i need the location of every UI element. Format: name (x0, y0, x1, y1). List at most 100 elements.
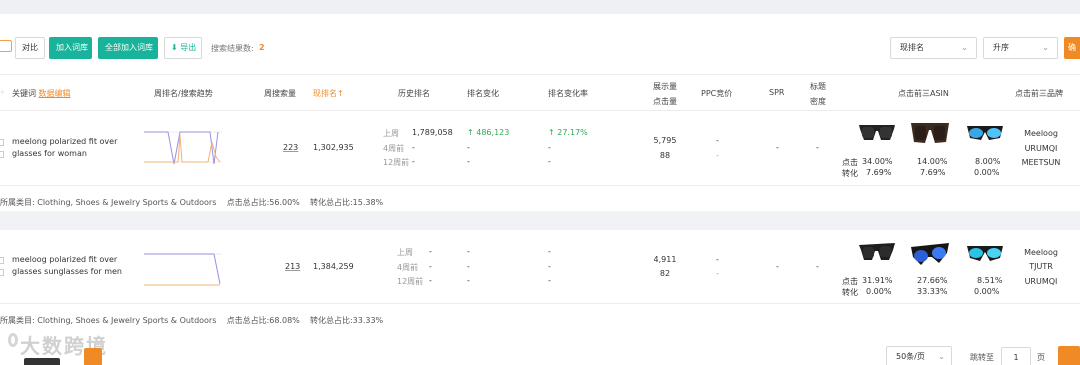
category-info: 所属类目: Clothing, Shoes & Jewelry Sports &… (0, 197, 383, 208)
data-edit-link[interactable]: 数据编辑 (39, 89, 71, 98)
spr-value: - (776, 143, 779, 152)
result-count-value: 2 (259, 43, 265, 52)
weekly-search-value[interactable]: 223 (283, 143, 298, 152)
rank-rate: - (548, 157, 551, 166)
impressions-value: 4,911 (653, 255, 677, 264)
keyword-text[interactable]: meeloog polarized fit over glasses sungl… (12, 254, 132, 278)
sunglasses-black-icon[interactable] (856, 120, 898, 150)
keyword-text[interactable]: meelong polarized fit over glasses for w… (12, 136, 132, 160)
row-checkbox[interactable] (0, 151, 4, 158)
history-rank: - (429, 262, 432, 271)
weekly-search-value[interactable]: 213 (285, 262, 300, 271)
rank-rate: - (548, 262, 551, 271)
history-rank: - (429, 276, 432, 285)
click-label: 点击 (842, 158, 858, 167)
header-checkbox-edge: ◦ (0, 88, 5, 97)
page-unit-label: 页 (1037, 353, 1045, 362)
chevron-down-icon: ⌄ (961, 43, 968, 52)
sunglasses-cyan-icon[interactable] (964, 239, 1006, 269)
conversion-label: 转化 (842, 288, 858, 297)
density-value: - (816, 262, 819, 271)
rank-rate: - (548, 143, 551, 152)
history-label: 12周前 (397, 277, 424, 286)
row-divider (0, 303, 1080, 304)
sunglasses-black-icon[interactable] (856, 238, 898, 268)
chevron-down-icon: ⌄ (1042, 43, 1049, 52)
row-checkbox[interactable] (0, 139, 4, 146)
sort-field-value: 现排名 (900, 43, 924, 52)
clicks-value: 82 (659, 269, 671, 278)
header-rank-change: 排名变化 (467, 89, 499, 98)
confirm-button[interactable]: 确 (1064, 37, 1080, 59)
spr-value: - (776, 262, 779, 271)
header-top-divider (0, 74, 1080, 75)
asin-click-rate: 8.51% (977, 276, 1003, 285)
asin-click-rate: 31.91% (862, 276, 893, 285)
brand-name[interactable]: MEETSUN (1014, 156, 1068, 169)
history-label: 4周前 (383, 144, 405, 153)
asin-click-rate: 14.00% (917, 157, 948, 166)
header-weekly-search[interactable]: 周搜索量 (264, 88, 296, 99)
asin-conversion-rate: 0.00% (974, 287, 1000, 296)
click-total-share: 点击总占比:56.00% (226, 198, 300, 207)
header-top3-asin: 点击前三ASIN (898, 89, 949, 98)
trend-search-line (144, 134, 221, 163)
header-rank-change-rate: 排名变化率 (548, 89, 588, 98)
category-text: 所属类目: Clothing, Shoes & Jewelry Sports &… (0, 316, 217, 325)
history-rank: - (412, 157, 415, 166)
compare-button[interactable]: 对比 (15, 37, 45, 59)
watermark-logo-icon (8, 333, 18, 347)
click-total-share: 点击总占比:68.08% (226, 316, 300, 325)
trend-chart (144, 253, 222, 286)
header-ppc-bid: PPC竞价 (701, 89, 733, 98)
sunglasses-blue-mirror-icon[interactable] (909, 239, 951, 269)
export-button[interactable]: ⬇ 导出 (164, 37, 202, 59)
sort-field-select[interactable]: 现排名 ⌄ (890, 37, 977, 59)
density-value: - (816, 143, 819, 152)
rank-change-up: ↑ 486,123 (467, 128, 510, 137)
header-history-rank: 历史排名 (398, 89, 430, 98)
brand-name[interactable]: URUMQI (1014, 142, 1068, 155)
goto-confirm-button[interactable] (1058, 346, 1080, 365)
click-label: 点击 (842, 277, 858, 286)
goto-page-input[interactable] (1001, 347, 1031, 365)
goto-label: 跳转至 (970, 353, 994, 362)
asin-conversion-rate: 0.00% (866, 287, 892, 296)
page-size-select[interactable]: 50条/页 ⌄ (886, 346, 952, 365)
add-all-to-library-button[interactable]: 全部加入词库 (98, 37, 158, 59)
row-checkbox[interactable] (0, 257, 4, 264)
trend-rank-line (144, 253, 221, 285)
main-panel (0, 14, 1080, 365)
ppc-value: - (716, 269, 719, 278)
ppc-value: - (716, 255, 719, 264)
brand-name[interactable]: Meeloog (1014, 127, 1068, 140)
page-size-value: 50条/页 (896, 352, 925, 361)
brand-name[interactable]: TJUTR (1014, 260, 1068, 273)
header-impressions: 展示量 (653, 82, 677, 91)
conversion-total-share: 转化总占比:33.33% (309, 316, 384, 325)
history-rank: 1,789,058 (412, 128, 453, 137)
history-rank: - (412, 143, 415, 152)
rank-change: - (467, 262, 470, 271)
brand-name[interactable]: URUMQI (1014, 275, 1068, 288)
header-bottom-divider (0, 110, 1080, 111)
header-current-rank[interactable]: 现排名↑ (313, 88, 344, 99)
conversion-label: 转化 (842, 169, 858, 178)
sunglasses-blue-icon[interactable] (964, 120, 1006, 150)
add-to-library-button[interactable]: 加入词库 (49, 37, 92, 59)
row-separator-band (0, 211, 1080, 230)
select-all-checkbox[interactable] (0, 40, 12, 52)
asin-click-rate: 27.66% (917, 276, 948, 285)
asin-conversion-rate: 0.00% (974, 168, 1000, 177)
pagination-prev-button[interactable] (24, 358, 60, 365)
pagination-current-page[interactable] (84, 348, 102, 365)
category-info: 所属类目: Clothing, Shoes & Jewelry Sports &… (0, 315, 383, 326)
sort-order-select[interactable]: 升序 ⌄ (983, 37, 1058, 59)
header-weekly-trend: 周排名/搜索趋势 (154, 89, 213, 98)
sunglasses-brown-icon[interactable] (909, 117, 951, 147)
row-checkbox[interactable] (0, 269, 4, 276)
brand-name[interactable]: Meeloog (1014, 246, 1068, 259)
asin-click-rate: 34.00% (862, 157, 893, 166)
rank-change: - (467, 276, 470, 285)
rank-change: - (467, 247, 470, 256)
